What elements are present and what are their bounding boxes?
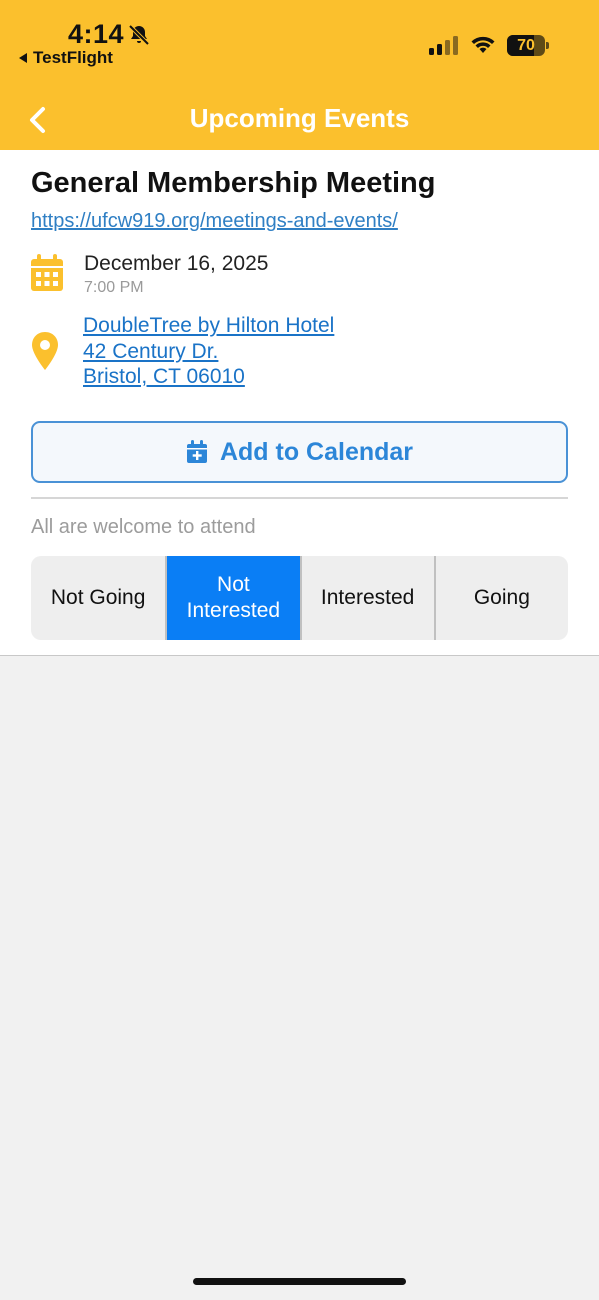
page-title: Upcoming Events <box>189 103 410 133</box>
status-time: 4:14 <box>68 19 125 49</box>
bell-slash-icon <box>128 24 150 46</box>
wifi-icon <box>471 36 495 53</box>
add-to-calendar-label: Add to Calendar <box>219 437 414 466</box>
back-app-label: TestFlight <box>33 48 113 67</box>
event-note: All are welcome to attend <box>31 516 256 538</box>
rsvp-not-interested[interactable]: Not Interested <box>165 556 300 640</box>
battery-level: 70 <box>517 37 535 54</box>
home-indicator[interactable] <box>193 1278 406 1285</box>
rsvp-segmented-control: Not Going Not Interested Interested Goin… <box>31 556 568 640</box>
rsvp-option-label: Not Interested <box>186 573 281 622</box>
add-to-calendar-button[interactable]: Add to Calendar <box>31 421 568 483</box>
rsvp-interested[interactable]: Interested <box>299 556 434 640</box>
map-pin-icon <box>32 332 58 370</box>
battery-nub <box>546 42 549 49</box>
event-url-link[interactable]: https://ufcw919.org/meetings-and-events/ <box>31 210 398 233</box>
event-title: General Membership Meeting <box>31 167 436 199</box>
app-header: 4:14 TestFlight 70 Upcoming Events <box>0 0 599 150</box>
battery-icon: 70 <box>507 35 549 56</box>
rsvp-option-label: Going <box>473 586 530 609</box>
rsvp-option-label: Not Going <box>50 586 146 609</box>
calendar-plus-icon <box>186 440 207 463</box>
signal-icon <box>429 36 458 55</box>
location-name-link[interactable]: DoubleTree by Hilton Hotel <box>83 314 334 338</box>
rsvp-going[interactable]: Going <box>433 556 568 640</box>
location-city-link[interactable]: Bristol, CT 06010 <box>83 365 245 389</box>
event-date: December 16, 2025 <box>84 252 269 275</box>
event-card: General Membership Meeting https://ufcw9… <box>0 150 599 656</box>
rsvp-option-label: Interested <box>320 586 415 609</box>
back-triangle-icon <box>19 53 27 63</box>
event-time: 7:00 PM <box>84 279 144 296</box>
calendar-icon <box>31 254 63 291</box>
rsvp-not-going[interactable]: Not Going <box>31 556 165 640</box>
location-street-link[interactable]: 42 Century Dr. <box>83 340 218 364</box>
divider <box>31 497 568 499</box>
back-to-app[interactable]: TestFlight <box>19 48 113 68</box>
battery-body: 70 <box>507 35 545 56</box>
